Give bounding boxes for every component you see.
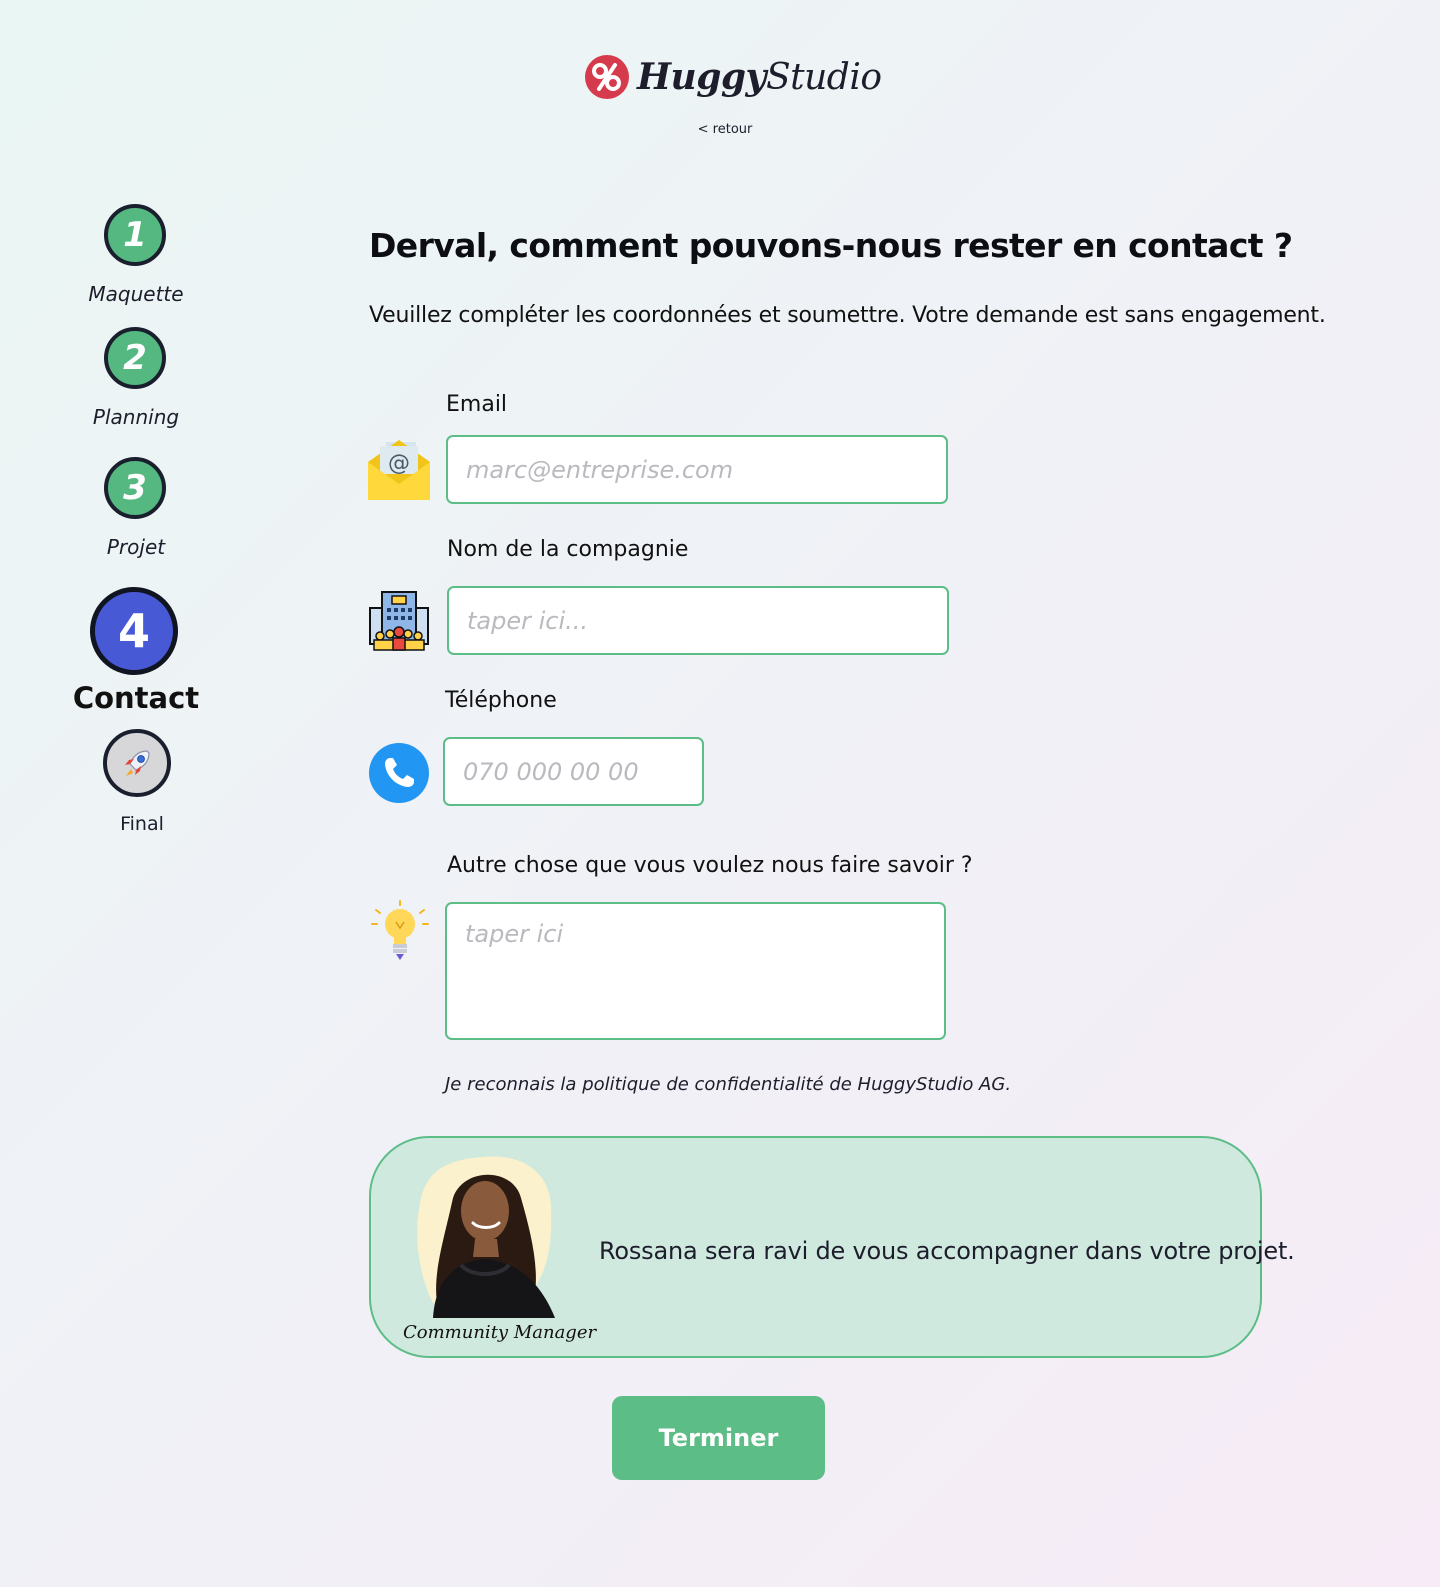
logo-mark-icon [585, 55, 629, 99]
page-subtitle: Veuillez compléter les coordonnées et so… [369, 303, 1326, 328]
email-field[interactable] [446, 435, 948, 504]
email-label: Email [446, 392, 508, 417]
step-5-circle[interactable] [103, 729, 171, 797]
manager-message: Rossana sera ravi de vous accompagner da… [599, 1237, 1295, 1265]
manager-role: Community Manager [403, 1322, 597, 1343]
phone-label: Téléphone [445, 688, 557, 713]
email-envelope-icon: @ [368, 440, 430, 504]
svg-text:@: @ [388, 451, 410, 476]
step-4-circle[interactable]: 4 [90, 587, 178, 675]
company-label: Nom de la compagnie [447, 537, 689, 562]
finish-button[interactable]: Terminer [612, 1396, 825, 1480]
phone-field[interactable] [443, 737, 704, 806]
step-3-label: Projet [106, 535, 166, 559]
step-1-label: Maquette [88, 282, 184, 306]
step-5-label: Final [120, 813, 164, 835]
rocket-icon [125, 750, 150, 776]
page-title: Derval, comment pouvons-nous rester en c… [369, 226, 1293, 265]
brand-logo: HuggyStudio [585, 52, 882, 102]
phone-icon [368, 742, 430, 808]
message-field[interactable] [445, 902, 946, 1040]
privacy-notice[interactable]: Je reconnais la politique de confidentia… [445, 1074, 1011, 1095]
step-1-circle[interactable]: 1 [104, 204, 166, 266]
step-4-label: Contact [72, 681, 200, 715]
step-2-label: Planning [92, 405, 180, 429]
company-field[interactable] [447, 586, 949, 655]
message-label: Autre chose que vous voulez nous faire s… [447, 853, 973, 878]
back-link[interactable]: < retour [690, 122, 760, 137]
logo-wordmark: HuggyStudio [637, 56, 882, 98]
manager-portrait [413, 1153, 560, 1318]
office-building-icon [368, 590, 430, 656]
step-3-circle[interactable]: 3 [104, 457, 166, 519]
lightbulb-icon [370, 900, 430, 966]
step-2-circle[interactable]: 2 [104, 327, 166, 389]
